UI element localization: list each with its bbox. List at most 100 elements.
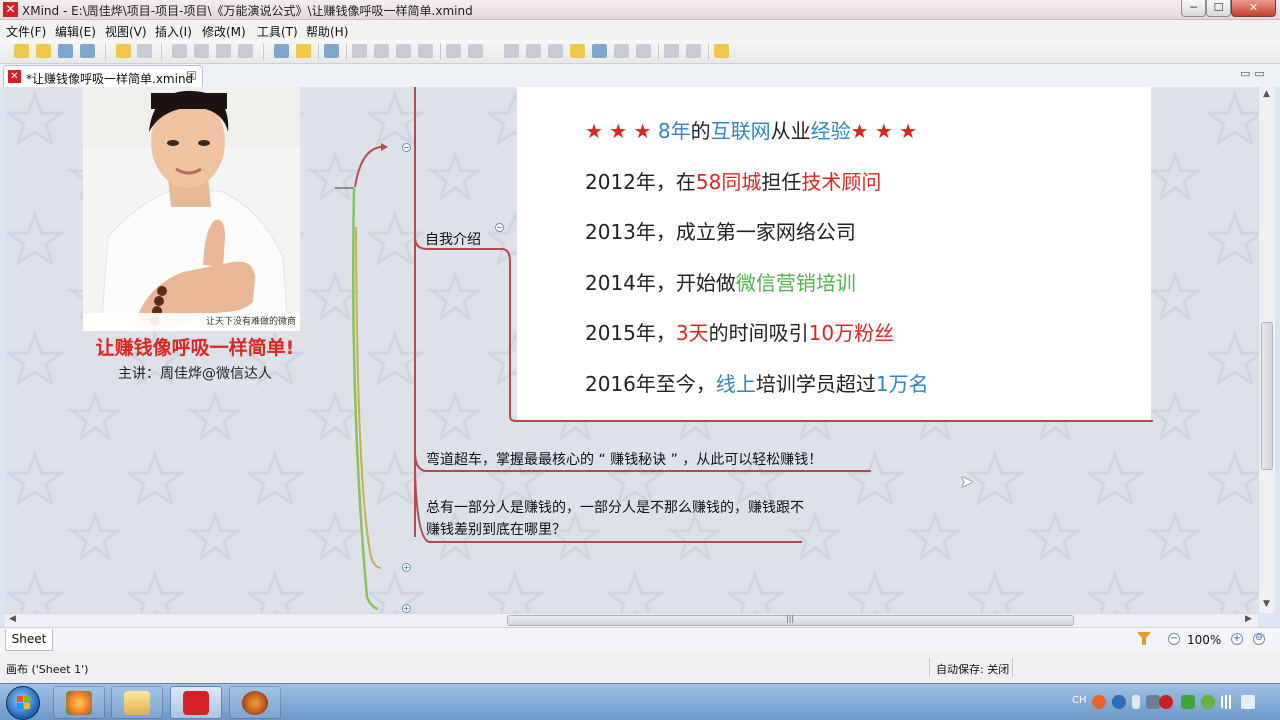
topic-self-intro[interactable]: 自我介绍 (425, 229, 481, 249)
redo-icon[interactable] (137, 44, 152, 58)
menu-modify[interactable]: 修改(M) (202, 23, 246, 40)
save-icon[interactable] (58, 44, 73, 58)
vertical-scrollbar[interactable]: ▲ ▼ (1258, 87, 1275, 613)
sogou-input-icon[interactable] (1092, 695, 1106, 709)
status-autosave[interactable]: 自动保存: 关闭 (936, 661, 1009, 677)
scroll-right-icon[interactable]: ▶ (1245, 614, 1252, 624)
zoom-level[interactable]: 100% (1187, 633, 1221, 647)
insert-parent-icon[interactable] (418, 44, 433, 58)
card-line-2013: 2013年，成立第一家网络公司 (585, 216, 856, 245)
signal-bars-icon[interactable] (1221, 695, 1235, 709)
undo-icon[interactable] (116, 44, 131, 58)
toolbar-separator (658, 43, 659, 60)
topic-money-difference[interactable]: 总有一部分人是赚钱的，一部分人是不那么赚钱的，赚钱跟不赚钱差别到底在哪里？ (426, 497, 806, 541)
insert-topic-icon[interactable] (352, 44, 367, 58)
mouse-cursor-icon: ➤ (960, 472, 974, 491)
editor-tab[interactable]: ✕ *让赚钱像呼吸一样简单.xmind ☒ (3, 65, 203, 87)
summary-icon[interactable] (526, 44, 541, 58)
media-center-icon[interactable] (53, 686, 105, 719)
idea-bulb-icon[interactable] (296, 44, 311, 58)
marker-icon[interactable] (548, 44, 563, 58)
menu-insert[interactable]: 插入(I) (155, 23, 192, 40)
expand-toggle[interactable]: + (402, 563, 411, 572)
horizontal-scrollbar[interactable]: ◀ ||| ▶ (5, 613, 1258, 627)
print-icon[interactable] (80, 44, 95, 58)
attachment-icon[interactable] (614, 44, 629, 58)
tab-close-icon[interactable]: ☒ (186, 69, 197, 83)
zoom-out-button[interactable]: − (1168, 633, 1180, 645)
status-divider (1012, 658, 1013, 677)
open-folder-icon[interactable] (36, 44, 51, 58)
insert-before-icon[interactable] (396, 44, 411, 58)
internet-highlight: 互联网 (710, 119, 771, 143)
editor-tab-label: *让赚钱像呼吸一样简单.xmind (26, 72, 194, 86)
xmind-glyph (183, 691, 209, 715)
cut-icon[interactable] (172, 44, 187, 58)
toolbar-separator (440, 43, 441, 60)
hyperlink-icon[interactable] (592, 44, 607, 58)
card-text: 培训学员超过 (755, 372, 876, 396)
card-text: 的时间吸引 (708, 321, 809, 345)
image-icon[interactable] (468, 44, 483, 58)
copy-icon[interactable] (194, 44, 209, 58)
scroll-up-icon[interactable]: ▲ (1263, 89, 1270, 99)
mindmap-canvas[interactable]: 让天下没有难做的微商 让赚钱像呼吸一样简单! 主讲：周佳烨@微信达人 − − +… (5, 87, 1258, 613)
scroll-down-icon[interactable]: ▼ (1263, 599, 1270, 609)
collapse-toggle[interactable]: − (402, 143, 411, 152)
ninja-app-icon[interactable] (229, 686, 281, 719)
close-button[interactable]: ✕ (1231, 0, 1276, 17)
menu-view[interactable]: 视图(V) (105, 23, 147, 40)
plus-green-icon[interactable] (1201, 695, 1215, 709)
insert-subtopic-icon[interactable] (374, 44, 389, 58)
horizontal-scroll-thumb[interactable]: ||| (507, 614, 1074, 626)
windows-start-icon[interactable] (6, 686, 40, 720)
toolbar-separator (346, 43, 347, 60)
help-icon[interactable] (1112, 695, 1126, 709)
refresh-icon[interactable] (324, 44, 339, 58)
scroll-left-icon[interactable]: ◀ (9, 614, 16, 624)
editor-window-controls[interactable]: ▭▭ (1240, 67, 1269, 80)
years-highlight: 8年 (657, 119, 691, 143)
minimize-button[interactable]: ─ (1181, 0, 1206, 17)
relationship-icon[interactable] (446, 44, 461, 58)
sheet-tab[interactable]: Sheet 1 (5, 629, 53, 666)
vertical-scroll-thumb[interactable] (1261, 322, 1273, 470)
input-language[interactable]: CH (1072, 695, 1087, 706)
filter-icon[interactable] (1137, 632, 1151, 646)
volume-icon[interactable] (1241, 695, 1255, 709)
note-icon[interactable] (570, 44, 585, 58)
topic-overtake[interactable]: 弯道超车，掌握最最核心的 “ 赚钱秘诀 ” ，从此可以轻松赚钱！ (426, 449, 822, 469)
windows-taskbar: CH (0, 683, 1280, 720)
comment-icon[interactable] (274, 44, 289, 58)
self-intro-image-card[interactable]: ★ ★ ★ 8年的互联网从业经验★ ★ ★ 2012年，在58同城担任技术顾问 … (517, 87, 1151, 420)
card-text: 2014年，开始做 (585, 271, 736, 295)
experience-highlight: 经验 (810, 119, 851, 143)
zoom-in-button[interactable]: + (1231, 633, 1243, 645)
home-icon[interactable] (714, 44, 729, 58)
paste-icon[interactable] (216, 44, 231, 58)
menu-tools[interactable]: 工具(T) (257, 23, 298, 40)
expand-toggle[interactable]: + (402, 604, 411, 613)
menu-file[interactable]: 文件(F) (6, 23, 46, 40)
xmind-file-icon: ✕ (8, 70, 21, 83)
maximize-button[interactable]: ☐ (1206, 0, 1231, 17)
drill-down-icon[interactable] (664, 44, 679, 58)
delete-icon[interactable] (238, 44, 253, 58)
new-file-icon[interactable] (14, 44, 29, 58)
boundary-icon[interactable] (504, 44, 519, 58)
menu-help[interactable]: 帮助(H) (306, 23, 348, 40)
card-text: 2013年，成立第一家网络公司 (585, 220, 856, 244)
toolbar (0, 39, 1280, 64)
antivirus-red-icon[interactable] (1159, 695, 1173, 709)
xmind-taskbar-icon[interactable] (170, 686, 222, 719)
pin-icon[interactable] (1132, 695, 1140, 709)
file-explorer-icon[interactable] (111, 686, 163, 719)
zoom-fit-button[interactable]: ⊖ (1253, 633, 1265, 645)
card-line-experience: ★ ★ ★ 8年的互联网从业经验★ ★ ★ (585, 115, 917, 144)
collapse-toggle[interactable]: − (495, 223, 504, 232)
equation-icon[interactable] (636, 44, 651, 58)
shield-green-icon[interactable] (1181, 695, 1195, 709)
keyboard-icon[interactable] (1146, 695, 1160, 709)
menu-edit[interactable]: 编辑(E) (55, 23, 96, 40)
drill-up-icon[interactable] (686, 44, 701, 58)
